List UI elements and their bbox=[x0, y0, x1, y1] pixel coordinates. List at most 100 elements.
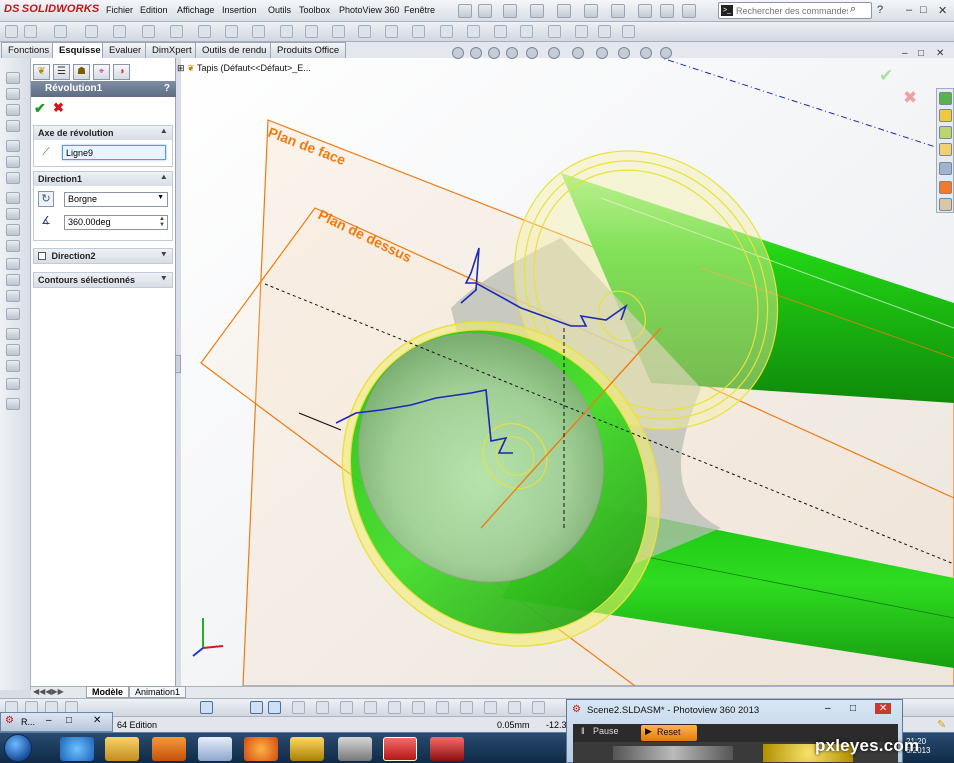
view-settings-icon[interactable] bbox=[640, 47, 652, 59]
rapid-sketch-icon[interactable] bbox=[622, 25, 635, 38]
media-player-taskbar-icon[interactable] bbox=[152, 737, 186, 761]
ok-button[interactable]: ✔ bbox=[34, 101, 46, 115]
confirm-corner-ok-icon[interactable]: ✔ bbox=[879, 66, 893, 86]
line-icon[interactable] bbox=[54, 25, 67, 38]
minimized-window[interactable]: ⚙ R... – □ ✕ bbox=[0, 712, 113, 732]
menu-fenetre[interactable]: Fenêtre bbox=[404, 5, 435, 15]
confirm-corner-cancel-icon[interactable]: ✖ bbox=[903, 88, 917, 108]
pin-icon[interactable] bbox=[458, 4, 472, 18]
mini-minimize-icon[interactable]: – bbox=[46, 715, 52, 726]
point-icon[interactable] bbox=[358, 25, 371, 38]
tool-icon-6[interactable] bbox=[6, 156, 20, 168]
pause-button[interactable]: ‖ Pause bbox=[579, 726, 639, 740]
game-taskbar-icon[interactable] bbox=[290, 737, 324, 761]
tool-icon-2[interactable] bbox=[6, 88, 20, 100]
tool-icon-11[interactable] bbox=[6, 240, 20, 252]
appearances-icon[interactable] bbox=[939, 181, 952, 194]
previous-view-icon[interactable] bbox=[488, 47, 500, 59]
section-view-icon[interactable] bbox=[506, 47, 518, 59]
move-icon[interactable] bbox=[520, 25, 533, 38]
tool-icon-14[interactable] bbox=[6, 290, 20, 302]
print-icon[interactable] bbox=[557, 4, 571, 18]
tool-icon-17[interactable] bbox=[6, 344, 20, 356]
sketch-tool-icon-6[interactable] bbox=[412, 701, 425, 714]
smart-dimension-icon[interactable] bbox=[24, 25, 37, 38]
tool-icon-9[interactable] bbox=[6, 208, 20, 220]
tab-dimxpert[interactable]: DimXpert bbox=[145, 42, 199, 58]
pv-restore-icon[interactable]: □ bbox=[850, 703, 856, 714]
display-manager-tab-icon[interactable]: ◑ bbox=[113, 64, 130, 80]
minimize-icon[interactable]: – bbox=[906, 4, 912, 16]
sketch-tool-icon-10[interactable] bbox=[508, 701, 521, 714]
home-icon[interactable] bbox=[939, 109, 952, 122]
explorer-taskbar-icon[interactable] bbox=[105, 737, 139, 761]
collapse-chevron-icon[interactable]: ⯅ bbox=[161, 173, 167, 183]
sketch-tool-icon-9[interactable] bbox=[484, 701, 497, 714]
solidworks-taskbar-icon[interactable] bbox=[383, 737, 417, 761]
firefox-taskbar-icon[interactable] bbox=[244, 737, 278, 761]
ie-taskbar-icon[interactable] bbox=[60, 737, 94, 761]
file-explorer-icon[interactable] bbox=[939, 143, 952, 156]
menu-edition[interactable]: Edition bbox=[140, 5, 168, 15]
feature-manager-tab-icon[interactable]: ❦ bbox=[33, 64, 50, 80]
angle-field[interactable]: 360.00deg ▲ ▼ bbox=[64, 215, 168, 230]
tool-icon-4[interactable] bbox=[6, 120, 20, 132]
plane-icon[interactable] bbox=[305, 25, 318, 38]
snap-icon[interactable] bbox=[200, 701, 213, 714]
rectangle-icon[interactable] bbox=[85, 25, 98, 38]
move-triad-icon[interactable] bbox=[660, 47, 672, 59]
tool-icon-8[interactable] bbox=[6, 192, 20, 204]
repair-icon[interactable] bbox=[575, 25, 588, 38]
ellipse-icon[interactable] bbox=[252, 25, 265, 38]
tab-nav-icon[interactable]: ◀◀◀▶▶ bbox=[33, 687, 64, 696]
menu-photoview[interactable]: PhotoView 360 bbox=[339, 5, 399, 15]
polygon-icon[interactable] bbox=[198, 25, 211, 38]
start-button[interactable] bbox=[4, 734, 32, 762]
tab-produits-office[interactable]: Produits Office bbox=[270, 42, 347, 58]
menu-insertion[interactable]: Insertion bbox=[222, 5, 257, 15]
relations-icon[interactable] bbox=[548, 25, 561, 38]
tool-icon-18[interactable] bbox=[6, 360, 20, 372]
arc-icon[interactable] bbox=[170, 25, 183, 38]
zoom-fit-icon[interactable] bbox=[452, 47, 464, 59]
tool-icon-19[interactable] bbox=[6, 378, 20, 390]
convert-entities-icon[interactable] bbox=[412, 25, 425, 38]
configuration-manager-tab-icon[interactable]: ☗ bbox=[73, 64, 90, 80]
property-manager-tab-icon[interactable]: ☰ bbox=[53, 64, 70, 80]
relations-display-icon[interactable] bbox=[268, 701, 281, 714]
reset-button[interactable]: ▶ Reset bbox=[641, 725, 697, 741]
tool-icon-3[interactable] bbox=[6, 104, 20, 116]
camera-taskbar-icon[interactable] bbox=[338, 737, 372, 761]
tab-outils-rendu[interactable]: Outils de rendu bbox=[195, 42, 274, 58]
help-menu-icon[interactable]: ? bbox=[877, 4, 883, 16]
circle-icon[interactable] bbox=[142, 25, 155, 38]
menu-fichier[interactable]: Fichier bbox=[106, 5, 133, 15]
slot-icon[interactable] bbox=[113, 25, 126, 38]
cancel-button[interactable]: ✖ bbox=[53, 101, 64, 115]
command-search[interactable]: >_ ⌕ bbox=[718, 2, 872, 19]
direction-type-select[interactable]: Borgne ▼ bbox=[64, 192, 168, 207]
direction2-checkbox[interactable] bbox=[38, 252, 46, 260]
tab-animation1[interactable]: Animation1 bbox=[129, 686, 187, 698]
axis-group-header[interactable]: Axe de révolution ⯅ bbox=[34, 126, 172, 140]
restore-icon[interactable]: □ bbox=[920, 4, 927, 16]
open-icon[interactable] bbox=[503, 4, 517, 18]
text-icon[interactable] bbox=[332, 25, 345, 38]
rebuild-status-icon[interactable]: ✎ bbox=[937, 718, 946, 731]
display-style-icon[interactable] bbox=[548, 47, 560, 59]
expand-chevron-icon[interactable]: ⯆ bbox=[161, 250, 167, 260]
close-icon[interactable]: ✕ bbox=[938, 4, 947, 17]
zoom-area-icon[interactable] bbox=[470, 47, 482, 59]
solidworks-logo[interactable]: DS SOLIDWORKS bbox=[4, 3, 99, 19]
search-input[interactable] bbox=[736, 4, 848, 17]
photoview-taskbar-icon[interactable] bbox=[430, 737, 464, 761]
direction2-group-header[interactable]: Direction2 ⯆ bbox=[34, 249, 172, 263]
viewport-restore-icon[interactable]: □ bbox=[918, 48, 924, 59]
mirror-icon[interactable] bbox=[467, 25, 480, 38]
spline-icon[interactable] bbox=[225, 25, 238, 38]
sketch-tool-icon-7[interactable] bbox=[436, 701, 449, 714]
new-icon[interactable] bbox=[478, 4, 492, 18]
offset-icon[interactable] bbox=[440, 25, 453, 38]
custom-props-icon[interactable] bbox=[939, 198, 952, 211]
tool-icon-16[interactable] bbox=[6, 328, 20, 340]
